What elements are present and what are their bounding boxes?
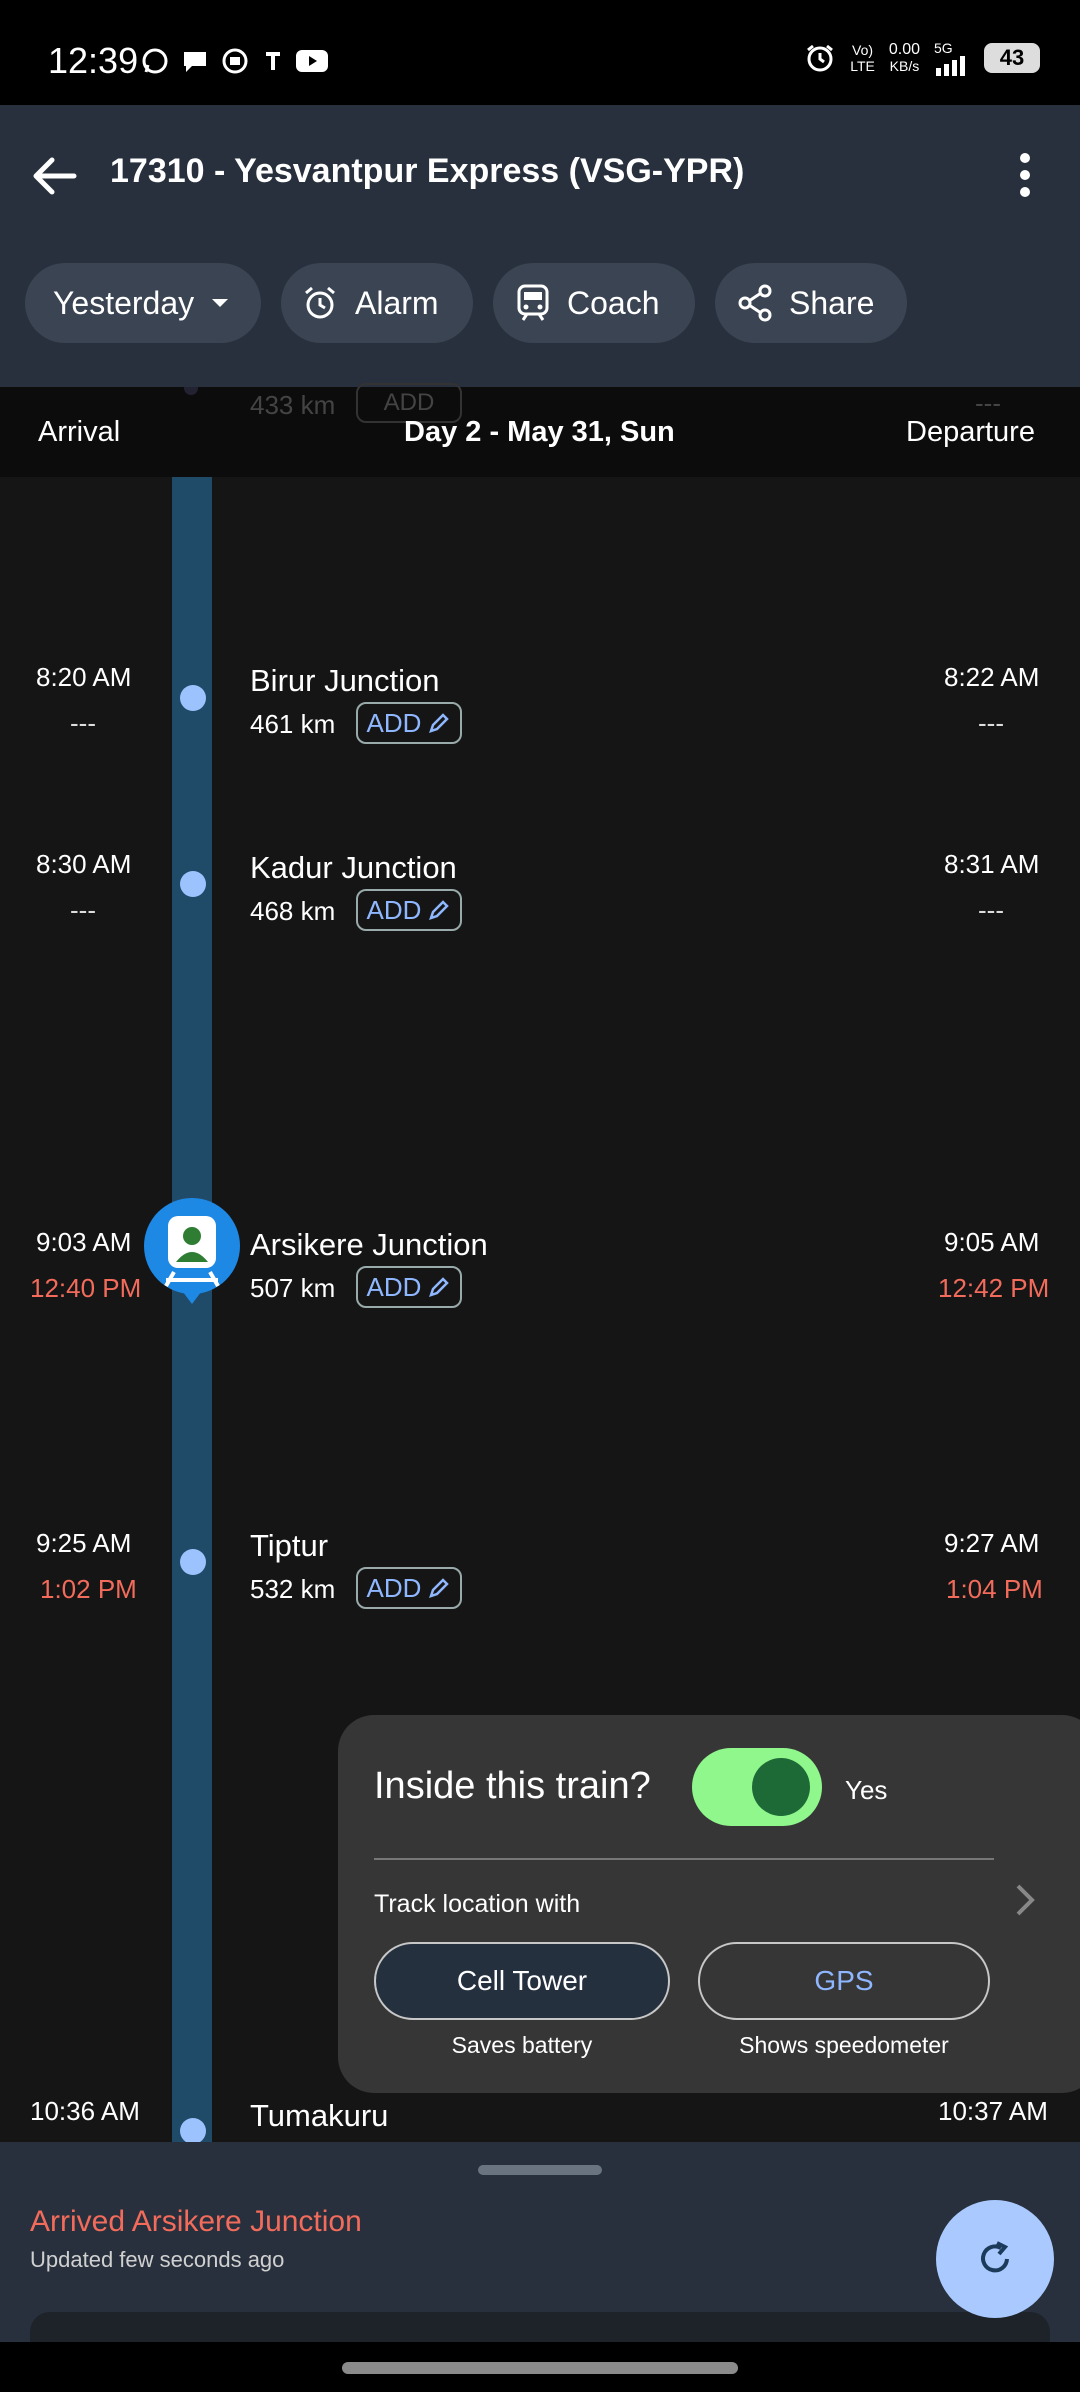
add-platform-button[interactable]: ADD (356, 889, 462, 931)
prev-dep-dash: --- (975, 388, 1001, 418)
station-name[interactable]: Birur Junction (250, 663, 440, 699)
arrival-time: 9:03 AM (36, 1227, 132, 1257)
station-dot (180, 685, 206, 711)
train-location-marker-icon (144, 1198, 240, 1304)
departure-time: 9:27 AM (944, 1528, 1040, 1558)
gesture-handle[interactable] (342, 2362, 738, 2374)
signal-bars-icon (936, 56, 965, 76)
station-name[interactable]: Tumakuru (250, 2098, 388, 2134)
app-bar (0, 105, 1080, 387)
chat-bubble-icon (184, 52, 206, 72)
departure-actual: 1:04 PM (946, 1574, 1043, 1604)
arrival-time: 10:36 AM (30, 2096, 140, 2126)
station-km: 532 km (250, 1574, 336, 1604)
arrival-time: 9:25 AM (36, 1528, 132, 1558)
app-notification-icon (222, 48, 248, 74)
departure-time: 10:37 AM (938, 2096, 1048, 2126)
station-dot (180, 1549, 206, 1575)
gps-subtitle: Shows speedometer (739, 2032, 949, 2058)
arrival-actual: --- (70, 708, 96, 738)
card-divider (374, 1858, 994, 1860)
cell-tower-subtitle: Saves battery (451, 2032, 593, 2058)
add-platform-button[interactable]: ADD (356, 702, 462, 744)
arrival-time: 8:20 AM (36, 662, 132, 692)
refresh-button[interactable] (936, 2200, 1054, 2318)
pencil-icon (429, 1277, 450, 1297)
youtube-icon (296, 50, 328, 72)
coach-chip[interactable]: Coach (493, 263, 695, 343)
sheet-drag-handle[interactable] (478, 2165, 602, 2175)
chevron-right-icon[interactable] (1010, 1880, 1040, 1920)
train-title: 17310 - Yesvantpur Express (VSG-YPR) (110, 152, 745, 190)
departure-time: 9:05 AM (944, 1227, 1040, 1257)
arrival-time: 8:30 AM (36, 849, 132, 879)
track-location-label: Track location with (374, 1890, 581, 1918)
gps-button[interactable]: GPS (698, 1942, 990, 2020)
date-selector-chip[interactable]: Yesterday (25, 263, 261, 343)
prev-station-km: 433 km (250, 390, 336, 420)
train-icon (517, 284, 549, 321)
inside-train-title: Inside this train? (374, 1765, 651, 1807)
more-options-icon[interactable] (1010, 150, 1040, 200)
download-icon (266, 52, 280, 70)
departure-actual: --- (978, 895, 1004, 925)
arrival-status: Arrived Arsikere Junction (30, 2205, 362, 2238)
share-chip[interactable]: Share (715, 263, 907, 343)
pencil-icon (429, 713, 450, 733)
status-right: Vo) LTE 0.00 KB/s 5G 43 (804, 40, 1040, 76)
departure-actual: --- (978, 708, 1004, 738)
battery-indicator: 43 (984, 43, 1040, 73)
pencil-icon (429, 1578, 450, 1598)
departure-header: Departure (906, 416, 1035, 448)
status-time: 12:39 (48, 40, 139, 81)
signal-indicator: 5G (934, 40, 970, 76)
station-dot (180, 871, 206, 897)
toggle-knob (752, 1758, 810, 1816)
arrival-actual: 1:02 PM (40, 1574, 137, 1604)
station-name[interactable]: Kadur Junction (250, 850, 457, 886)
alarm-icon (305, 286, 335, 319)
toggle-label: Yes (845, 1775, 888, 1805)
day-header: Day 2 - May 31, Sun (404, 416, 675, 448)
arrival-actual: 12:40 PM (30, 1273, 142, 1303)
dropdown-arrow-icon (212, 299, 229, 307)
alarm-clock-icon (807, 44, 834, 72)
station-name[interactable]: Tiptur (250, 1528, 328, 1564)
station-km: 461 km (250, 709, 336, 739)
add-platform-button[interactable]: ADD (356, 1567, 462, 1609)
whatsapp-icon (142, 48, 168, 74)
station-km: 507 km (250, 1273, 336, 1303)
station-dot (180, 2118, 206, 2144)
departure-time: 8:31 AM (944, 849, 1040, 879)
add-platform-button[interactable]: ADD (356, 1266, 462, 1308)
station-name[interactable]: Arsikere Junction (250, 1227, 488, 1263)
pencil-icon (429, 900, 450, 920)
cell-tower-button[interactable]: Cell Tower (374, 1942, 670, 2020)
back-arrow-icon[interactable] (28, 148, 84, 204)
arrival-header: Arrival (38, 416, 121, 448)
departure-time: 8:22 AM (944, 662, 1040, 692)
arrival-actual: --- (70, 895, 96, 925)
departure-actual: 12:42 PM (938, 1273, 1050, 1303)
updated-text: Updated few seconds ago (30, 2247, 285, 2272)
refresh-icon (981, 2241, 1009, 2273)
station-km: 468 km (250, 896, 336, 926)
share-icon (738, 284, 772, 322)
alarm-chip[interactable]: Alarm (281, 263, 473, 343)
network-speed: 0.00 KB/s (888, 41, 920, 75)
volte-indicator: Vo) LTE (850, 42, 875, 74)
